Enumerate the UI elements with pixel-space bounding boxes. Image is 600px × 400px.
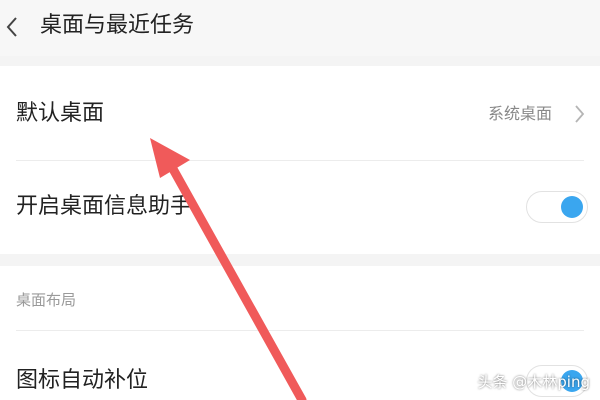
- default-desktop-label: 默认桌面: [16, 101, 105, 126]
- section-heading: 桌面布局: [16, 291, 77, 309]
- desktop-assistant-toggle[interactable]: [526, 191, 588, 223]
- page-title: 桌面与最近任务: [40, 13, 195, 38]
- default-desktop-row[interactable]: 默认桌面 系统桌面: [0, 66, 600, 160]
- desktop-assistant-row: 开启桌面信息助手: [0, 161, 600, 254]
- toggle-knob: [561, 196, 583, 218]
- desktop-assistant-label: 开启桌面信息助手: [16, 194, 193, 219]
- settings-card: 默认桌面 系统桌面 开启桌面信息助手: [0, 66, 600, 254]
- top-bar: 桌面与最近任务: [0, 0, 600, 56]
- back-button[interactable]: [0, 12, 24, 42]
- watermark: 头条 @木林ping: [477, 373, 591, 391]
- chevron-right-icon: [575, 105, 585, 123]
- default-desktop-value: 系统桌面: [487, 104, 552, 123]
- icon-autofill-label: 图标自动补位: [16, 368, 149, 393]
- chevron-left-icon: [6, 17, 17, 37]
